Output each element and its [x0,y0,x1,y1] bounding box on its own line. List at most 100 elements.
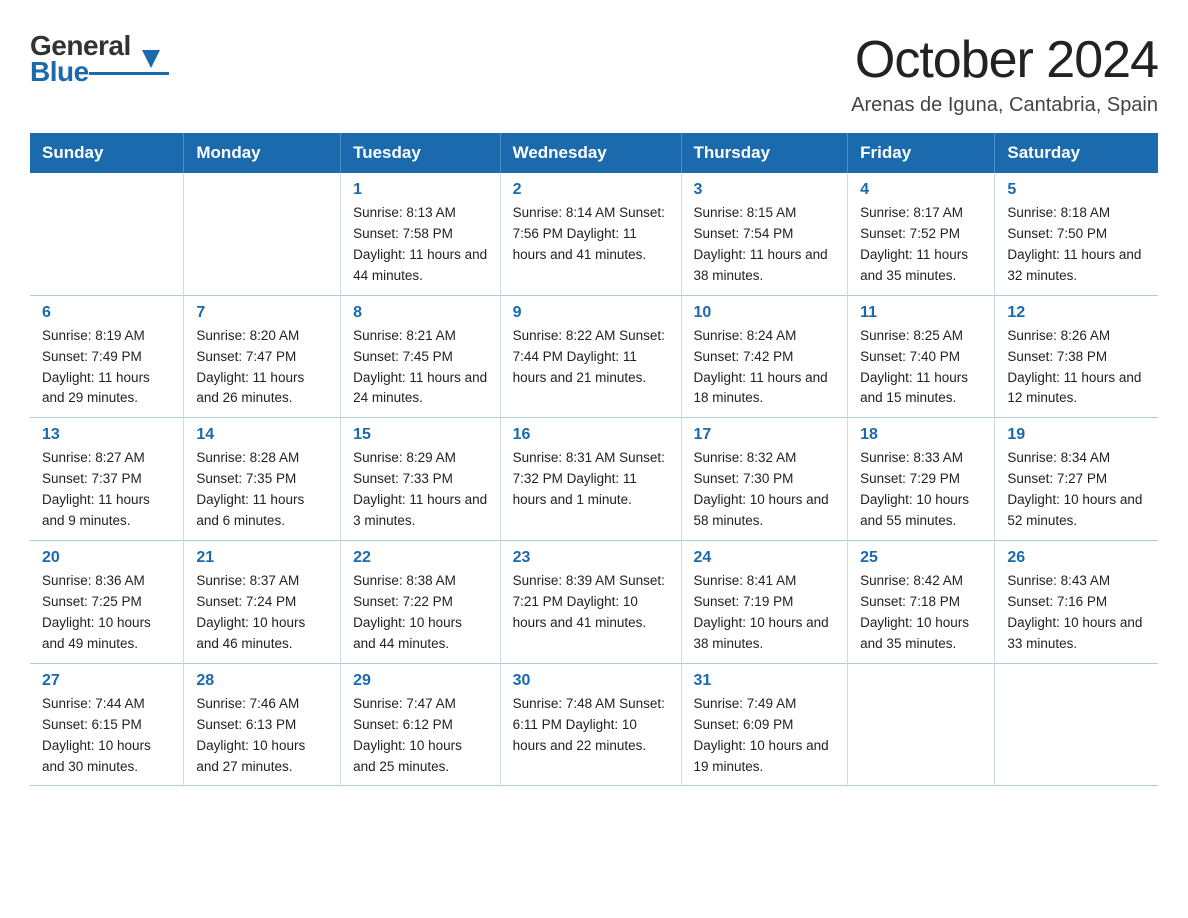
day-info: Sunrise: 8:13 AM Sunset: 7:58 PM Dayligh… [353,203,488,287]
calendar-cell: 12Sunrise: 8:26 AM Sunset: 7:38 PM Dayli… [995,295,1158,418]
day-number: 11 [860,304,982,322]
day-info: Sunrise: 8:14 AM Sunset: 7:56 PM Dayligh… [513,203,669,266]
logo-blue: Blue [30,56,89,88]
day-number: 15 [353,426,488,444]
calendar-cell: 7 Sunrise: 8:20 AM Sunset: 7:47 PM Daylig… [184,295,341,418]
day-number: 24 [694,549,836,567]
day-number: 8 [353,304,488,322]
calendar-cell: 16Sunrise: 8:31 AM Sunset: 7:32 PM Dayli… [500,418,681,541]
calendar-cell: 24 Sunrise: 8:41 AM Sunset: 7:19 PM Dayli… [681,541,848,664]
day-info: Sunrise: 8:43 AM Sunset: 7:16 PM Dayligh… [1007,571,1146,655]
calendar-cell: 23 Sunrise: 8:39 AM Sunset: 7:21 PM Dayli… [500,541,681,664]
calendar-cell: 17 Sunrise: 8:32 AM Sunset: 7:30 PM Dayli… [681,418,848,541]
calendar-cell: 29Sunrise: 7:47 AM Sunset: 6:12 PM Dayli… [341,663,501,786]
title-block: October 2024 Arenas de Iguna, Cantabria,… [851,30,1158,117]
subtitle: Arenas de Iguna, Cantabria, Spain [851,94,1158,117]
calendar-cell [30,173,184,295]
day-info: Sunrise: 8:42 AM Sunset: 7:18 PM Dayligh… [860,571,982,655]
day-info: Sunrise: 8:25 AM Sunset: 7:40 PM Dayligh… [860,326,982,410]
calendar-cell [184,173,341,295]
calendar-cell: 15 Sunrise: 8:29 AM Sunset: 7:33 PM Dayli… [341,418,501,541]
day-number: 29 [353,672,488,690]
day-info: Sunrise: 8:21 AM Sunset: 7:45 PM Dayligh… [353,326,488,410]
calendar-cell: 19 Sunrise: 8:34 AM Sunset: 7:27 PM Dayli… [995,418,1158,541]
day-number: 3 [694,181,836,199]
calendar-cell: 27 Sunrise: 7:44 AM Sunset: 6:15 PM Dayli… [30,663,184,786]
weekday-header-tuesday: Tuesday [341,133,501,173]
weekday-header-friday: Friday [848,133,995,173]
day-number: 19 [1007,426,1146,444]
day-info: Sunrise: 8:38 AM Sunset: 7:22 PM Dayligh… [353,571,488,655]
day-number: 20 [42,549,171,567]
calendar-cell: 20 Sunrise: 8:36 AM Sunset: 7:25 PM Dayli… [30,541,184,664]
day-info: Sunrise: 8:15 AM Sunset: 7:54 PM Dayligh… [694,203,836,287]
day-number: 13 [42,426,171,444]
day-info: Sunrise: 8:18 AM Sunset: 7:50 PM Dayligh… [1007,203,1146,287]
day-info: Sunrise: 8:22 AM Sunset: 7:44 PM Dayligh… [513,326,669,389]
weekday-header-wednesday: Wednesday [500,133,681,173]
day-info: Sunrise: 8:31 AM Sunset: 7:32 PM Dayligh… [513,448,669,511]
day-info: Sunrise: 8:34 AM Sunset: 7:27 PM Dayligh… [1007,448,1146,532]
calendar-week-row: 6 Sunrise: 8:19 AM Sunset: 7:49 PM Daylig… [30,295,1158,418]
day-info: Sunrise: 8:24 AM Sunset: 7:42 PM Dayligh… [694,326,836,410]
main-title: October 2024 [851,30,1158,90]
calendar-header: SundayMondayTuesdayWednesdayThursdayFrid… [30,133,1158,173]
day-info: Sunrise: 8:41 AM Sunset: 7:19 PM Dayligh… [694,571,836,655]
day-info: Sunrise: 8:33 AM Sunset: 7:29 PM Dayligh… [860,448,982,532]
day-number: 30 [513,672,669,690]
day-number: 10 [694,304,836,322]
calendar-cell: 11 Sunrise: 8:25 AM Sunset: 7:40 PM Dayli… [848,295,995,418]
day-number: 2 [513,181,669,199]
day-number: 25 [860,549,982,567]
calendar-table: SundayMondayTuesdayWednesdayThursdayFrid… [30,133,1158,786]
day-info: Sunrise: 8:32 AM Sunset: 7:30 PM Dayligh… [694,448,836,532]
day-number: 26 [1007,549,1146,567]
weekday-header-monday: Monday [184,133,341,173]
calendar-cell: 31 Sunrise: 7:49 AM Sunset: 6:09 PM Dayli… [681,663,848,786]
calendar-week-row: 13 Sunrise: 8:27 AM Sunset: 7:37 PM Dayli… [30,418,1158,541]
weekday-header-saturday: Saturday [995,133,1158,173]
calendar-cell: 3 Sunrise: 8:15 AM Sunset: 7:54 PM Daylig… [681,173,848,295]
calendar-cell: 6 Sunrise: 8:19 AM Sunset: 7:49 PM Daylig… [30,295,184,418]
day-number: 4 [860,181,982,199]
calendar-week-row: 27 Sunrise: 7:44 AM Sunset: 6:15 PM Dayli… [30,663,1158,786]
calendar-cell [995,663,1158,786]
day-info: Sunrise: 8:28 AM Sunset: 7:35 PM Dayligh… [196,448,328,532]
day-info: Sunrise: 8:19 AM Sunset: 7:49 PM Dayligh… [42,326,171,410]
calendar-cell: 13 Sunrise: 8:27 AM Sunset: 7:37 PM Dayli… [30,418,184,541]
day-info: Sunrise: 8:27 AM Sunset: 7:37 PM Dayligh… [42,448,171,532]
logo-line [89,72,169,75]
weekday-header-row: SundayMondayTuesdayWednesdayThursdayFrid… [30,133,1158,173]
calendar-cell: 9Sunrise: 8:22 AM Sunset: 7:44 PM Daylig… [500,295,681,418]
calendar-cell: 5 Sunrise: 8:18 AM Sunset: 7:50 PM Daylig… [995,173,1158,295]
calendar-cell: 1Sunrise: 8:13 AM Sunset: 7:58 PM Daylig… [341,173,501,295]
day-number: 17 [694,426,836,444]
day-number: 6 [42,304,171,322]
day-number: 23 [513,549,669,567]
day-info: Sunrise: 7:49 AM Sunset: 6:09 PM Dayligh… [694,694,836,778]
day-number: 5 [1007,181,1146,199]
day-info: Sunrise: 8:39 AM Sunset: 7:21 PM Dayligh… [513,571,669,634]
calendar-week-row: 1Sunrise: 8:13 AM Sunset: 7:58 PM Daylig… [30,173,1158,295]
calendar-cell [848,663,995,786]
logo: General Blue [30,30,169,88]
calendar-cell: 14 Sunrise: 8:28 AM Sunset: 7:35 PM Dayli… [184,418,341,541]
day-number: 14 [196,426,328,444]
day-info: Sunrise: 8:26 AM Sunset: 7:38 PM Dayligh… [1007,326,1146,410]
calendar-cell: 25 Sunrise: 8:42 AM Sunset: 7:18 PM Dayli… [848,541,995,664]
calendar-cell: 10 Sunrise: 8:24 AM Sunset: 7:42 PM Dayli… [681,295,848,418]
day-number: 22 [353,549,488,567]
calendar-cell: 4Sunrise: 8:17 AM Sunset: 7:52 PM Daylig… [848,173,995,295]
day-info: Sunrise: 8:20 AM Sunset: 7:47 PM Dayligh… [196,326,328,410]
day-number: 28 [196,672,328,690]
day-info: Sunrise: 7:46 AM Sunset: 6:13 PM Dayligh… [196,694,328,778]
day-info: Sunrise: 7:48 AM Sunset: 6:11 PM Dayligh… [513,694,669,757]
day-info: Sunrise: 8:36 AM Sunset: 7:25 PM Dayligh… [42,571,171,655]
day-number: 27 [42,672,171,690]
day-info: Sunrise: 7:44 AM Sunset: 6:15 PM Dayligh… [42,694,171,778]
day-number: 18 [860,426,982,444]
day-number: 7 [196,304,328,322]
calendar-cell: 28 Sunrise: 7:46 AM Sunset: 6:13 PM Dayli… [184,663,341,786]
day-number: 31 [694,672,836,690]
day-info: Sunrise: 8:29 AM Sunset: 7:33 PM Dayligh… [353,448,488,532]
